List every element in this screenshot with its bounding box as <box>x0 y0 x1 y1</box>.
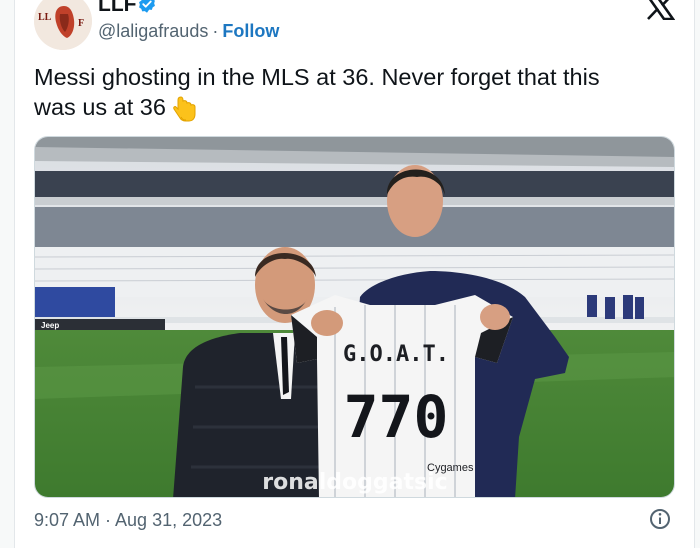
tweet-media-image[interactable]: Jeep G.O.A.T. 770 Cygames ronaldoggatsic <box>34 136 675 498</box>
x-logo-icon[interactable] <box>645 0 675 20</box>
tweet-text-line-1: Messi ghosting in the MLS at 36. Never f… <box>34 64 600 90</box>
author-handle-row: @laligafrauds · Follow <box>98 20 279 42</box>
tweet-text-line-2: was us at 36 <box>34 92 674 123</box>
shirt-name-text: G.O.A.T. <box>343 342 449 367</box>
verified-badge-icon <box>139 0 155 13</box>
tweet-timestamp[interactable]: 9:07 AM · Aug 31, 2023 <box>34 510 222 531</box>
tweet-text: Messi ghosting in the MLS at 36. Never f… <box>34 62 674 123</box>
board-text: Jeep <box>41 321 59 330</box>
info-icon[interactable] <box>649 508 671 530</box>
follow-button[interactable]: Follow <box>222 21 279 41</box>
svg-text:F: F <box>78 18 84 29</box>
author-handle[interactable]: @laligafrauds <box>98 21 208 41</box>
watermark-text: ronaldoggatsic <box>262 470 447 495</box>
tweet-text-line-2-text: was us at 36 <box>34 94 166 120</box>
pointing-down-hand-icon <box>173 96 196 122</box>
shirt-number-text: 770 <box>344 383 449 451</box>
author-display-name[interactable]: LLF <box>98 0 136 17</box>
separator-dot: · <box>212 21 219 41</box>
svg-text:LL: LL <box>38 12 52 23</box>
